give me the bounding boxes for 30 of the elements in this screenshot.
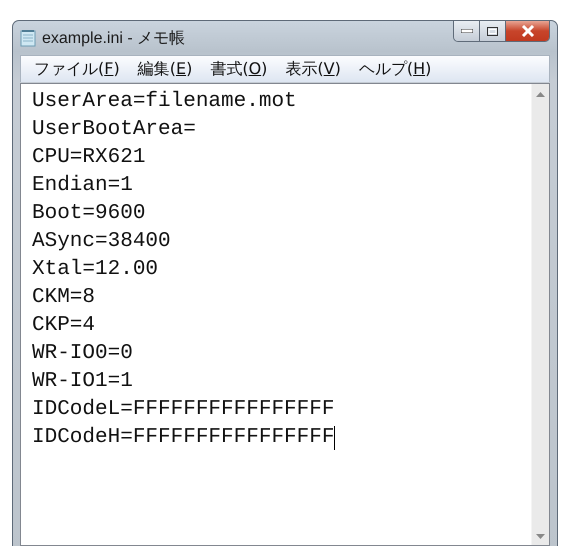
menu-item[interactable]: ファイル(F) bbox=[25, 58, 129, 80]
text-line: WR-IO0=0 bbox=[32, 341, 133, 367]
text-line: UserBootArea= bbox=[32, 117, 196, 143]
window-title: example.ini - メモ帳 bbox=[42, 28, 186, 48]
notepad-icon bbox=[20, 29, 36, 47]
menu-item[interactable]: 編集(E) bbox=[128, 58, 202, 80]
text-line: IDCodeL=FFFFFFFFFFFFFFFF bbox=[32, 397, 334, 423]
close-icon bbox=[520, 25, 534, 37]
minimize-button[interactable] bbox=[454, 21, 480, 41]
text-editor[interactable]: UserArea=filename.mot UserBootArea= CPU=RX621 Endian=1 Boot=9600 ASync=38400 Xtal=12.00 CKM=8 CKP=4 WR-IO0=0 WR-IO1=1 IDCodeL=FFFFFFFFFFFFFFFF IDCodeH=FFFFFFFFFFFFFFFF bbox=[20, 83, 550, 546]
minimize-icon bbox=[460, 29, 472, 33]
text-line: Xtal=12.00 bbox=[32, 257, 158, 283]
maximize-icon bbox=[487, 26, 498, 36]
text-line: ASync=38400 bbox=[32, 229, 171, 255]
vertical-scrollbar[interactable] bbox=[531, 84, 549, 545]
text-line: CKM=8 bbox=[32, 285, 96, 311]
menu-item[interactable]: 書式(O) bbox=[201, 58, 276, 80]
close-button[interactable] bbox=[506, 21, 549, 41]
text-line: CKP=4 bbox=[32, 313, 96, 339]
scroll-down-arrow-icon[interactable] bbox=[536, 534, 545, 539]
text-line: Endian=1 bbox=[32, 173, 133, 199]
scroll-up-arrow-icon[interactable] bbox=[536, 92, 545, 97]
text-line: IDCodeH=FFFFFFFFFFFFFFFF bbox=[32, 425, 334, 451]
text-line: WR-IO1=1 bbox=[32, 369, 133, 395]
text-line: Boot=9600 bbox=[32, 201, 146, 227]
menu-item[interactable]: ヘルプ(H) bbox=[350, 58, 440, 80]
text-line: CPU=RX621 bbox=[32, 145, 146, 171]
maximize-button[interactable] bbox=[480, 21, 506, 41]
menu-item[interactable]: 表示(V) bbox=[276, 58, 350, 80]
text-line: UserArea=filename.mot bbox=[32, 89, 297, 115]
